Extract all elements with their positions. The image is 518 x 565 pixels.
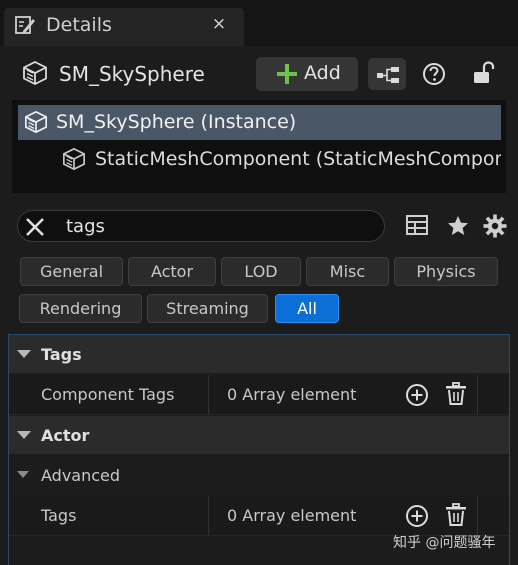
static-mesh-cube-icon [22, 60, 48, 86]
column-divider[interactable] [208, 496, 209, 535]
tree-item-clip: StaticMeshComponent (StaticMeshComponent… [95, 142, 501, 176]
column-divider [477, 496, 478, 535]
help-icon[interactable] [422, 62, 446, 86]
search-input[interactable] [66, 213, 366, 239]
unlock-icon[interactable] [473, 61, 495, 85]
add-element-icon[interactable] [405, 504, 429, 528]
filter-rendering[interactable]: Rendering [19, 294, 142, 323]
filter-lod[interactable]: LOD [221, 257, 301, 286]
watermark-text: 知乎 @问题骚年 [393, 535, 496, 551]
column-divider [477, 375, 478, 414]
column-divider[interactable] [208, 375, 209, 414]
property-row-component-tags: Component Tags 0 Array element [9, 375, 509, 415]
chevron-down-icon [17, 471, 29, 478]
property-row-tags: Tags 0 Array element [9, 496, 509, 536]
subcategory-label: Advanced [41, 466, 121, 485]
add-element-icon[interactable] [405, 383, 429, 407]
star-icon[interactable] [447, 215, 469, 237]
chevron-down-icon [17, 431, 31, 439]
category-title: Tags [41, 345, 82, 364]
filter-streaming[interactable]: Streaming [147, 294, 268, 323]
static-mesh-cube-icon [24, 110, 48, 134]
tree-item-label: SM_SkySphere (Instance) [56, 111, 297, 133]
tab-title: Details [46, 14, 112, 36]
actor-name: SM_SkySphere [59, 62, 205, 86]
property-name: Tags [41, 506, 77, 525]
property-value: 0 Array element [227, 506, 357, 525]
tree-item-label: StaticMeshComponent (StaticMeshComponent… [95, 148, 501, 170]
category-tags-header[interactable]: Tags [9, 335, 509, 373]
clear-x-icon[interactable] [25, 217, 45, 237]
filter-general[interactable]: General [20, 257, 123, 286]
filter-misc[interactable]: Misc [306, 257, 389, 286]
property-value: 0 Array element [227, 385, 357, 404]
details-tab[interactable] [4, 8, 244, 46]
table-view-icon[interactable] [406, 214, 428, 236]
details-pencil-icon [14, 14, 36, 36]
delete-trash-icon[interactable] [445, 382, 467, 406]
category-actor-header[interactable]: Actor [9, 416, 509, 454]
delete-trash-icon[interactable] [445, 503, 467, 527]
subcategory-advanced[interactable]: Advanced [9, 456, 509, 494]
chevron-down-icon [17, 350, 31, 358]
close-icon[interactable]: × [210, 14, 228, 34]
filter-physics[interactable]: Physics [394, 257, 498, 286]
blueprint-icon [376, 66, 400, 84]
filter-actor[interactable]: Actor [128, 257, 216, 286]
plus-icon [276, 63, 298, 85]
static-mesh-cube-icon [62, 147, 86, 171]
category-title: Actor [41, 426, 90, 445]
add-button-label: Add [304, 62, 341, 84]
gear-icon[interactable] [483, 214, 507, 238]
property-name: Component Tags [41, 385, 175, 404]
filter-all[interactable]: All [275, 294, 339, 323]
